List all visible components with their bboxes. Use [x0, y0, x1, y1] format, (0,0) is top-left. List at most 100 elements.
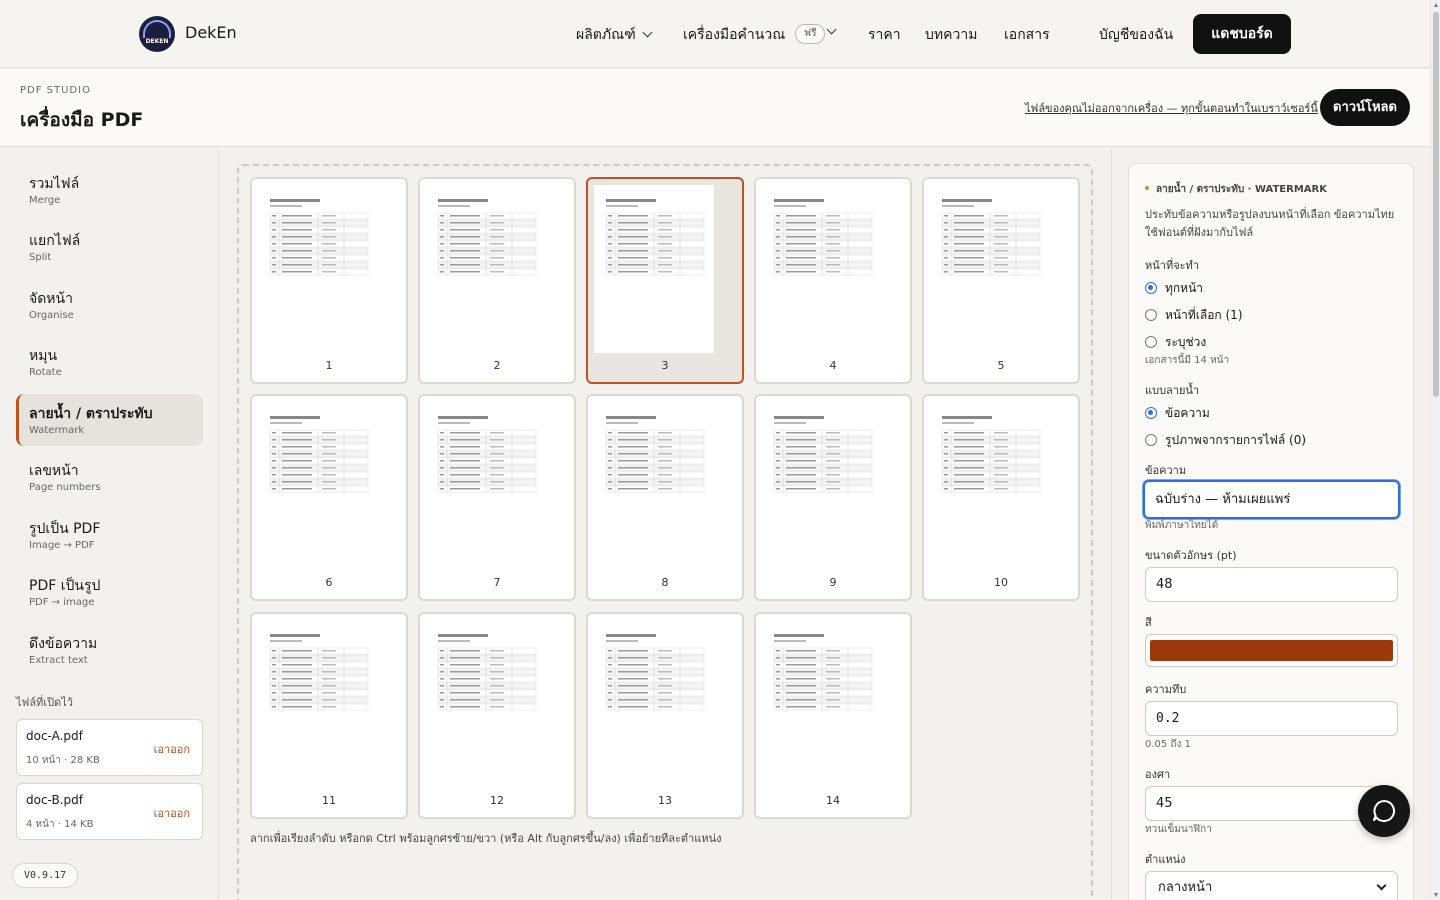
- opacity-input[interactable]: 0.2: [1145, 701, 1398, 736]
- page-number: 6: [325, 576, 333, 589]
- page-thumbnail[interactable]: 6: [250, 394, 408, 601]
- tool-organise[interactable]: จัดหน้า Organise: [16, 279, 203, 331]
- position-select[interactable]: กลางหน้า: [1145, 871, 1398, 900]
- nav-account[interactable]: บัญชีของฉัน: [1099, 24, 1173, 46]
- nav-calculators[interactable]: เครื่องมือคำนวณ: [683, 24, 785, 46]
- page-thumbnail[interactable]: 4: [754, 177, 912, 384]
- page-thumbnail[interactable]: 5: [922, 177, 1080, 384]
- brand-name[interactable]: DekEn: [185, 23, 237, 42]
- tool-extract-text[interactable]: ดึงข้อความ Extract text: [16, 624, 203, 676]
- page-number: 5: [997, 359, 1005, 372]
- page-preview: [258, 402, 378, 570]
- radio-all-pages[interactable]: ทุกหน้า: [1145, 279, 1203, 297]
- page-preview: [594, 402, 714, 570]
- privacy-note-link[interactable]: ไฟล์ของคุณไม่ออกจากเครื่อง — ทุกขั้นตอนท…: [1025, 99, 1318, 117]
- remove-file-button[interactable]: เอาออก: [154, 804, 190, 822]
- scroll-down-icon[interactable]: [1434, 893, 1438, 897]
- page-preview: [258, 185, 378, 353]
- nav-docs[interactable]: เอกสาร: [1004, 24, 1050, 46]
- radio-page-range[interactable]: ระบุช่วง: [1145, 333, 1206, 351]
- tool-rotate[interactable]: หมุน Rotate: [16, 336, 203, 388]
- page-thumbnail[interactable]: 2: [418, 177, 576, 384]
- panel-heading: ลายน้ำ / ตราประทับ · WATERMARK: [1145, 182, 1327, 197]
- opacity-range: 0.05 ถึง 1: [1145, 739, 1191, 750]
- tool-label: เลขหน้า: [29, 463, 79, 479]
- page-thumbnail[interactable]: 13: [586, 612, 744, 819]
- page-thumbnail[interactable]: 11: [250, 612, 408, 819]
- page-number: 7: [493, 576, 501, 589]
- chevron-down-icon: [1376, 880, 1387, 891]
- radio-label: ทุกหน้า: [1165, 281, 1204, 295]
- radio-type-image[interactable]: รูปภาพจากรายการไฟล์ (0): [1145, 431, 1306, 449]
- text-hint: พิมพ์ภาษาไทยได้: [1145, 520, 1219, 531]
- download-button[interactable]: ดาวน์โหลด: [1320, 89, 1410, 126]
- page-preview: [426, 185, 546, 353]
- position-label: ตำแหน่ง: [1145, 853, 1186, 866]
- scrollbar-thumb[interactable]: [1433, 12, 1439, 397]
- radio-label: ระบุช่วง: [1165, 335, 1207, 349]
- color-picker[interactable]: [1145, 634, 1398, 667]
- tool-watermark[interactable]: ลายน้ำ / ตราประทับ Watermark: [16, 394, 203, 446]
- tool-merge[interactable]: รวมไฟล์ Merge: [16, 164, 203, 216]
- top-navigation: DEKEN DekEn ผลิตภัณฑ์ เครื่องมือคำนวณ ฟร…: [0, 0, 1430, 68]
- tool-sublabel: Image → PDF: [29, 540, 95, 551]
- page-preview: [426, 402, 546, 570]
- chat-bubble-icon: [1373, 800, 1395, 822]
- page-number: 12: [490, 794, 504, 807]
- brand-logo[interactable]: DEKEN: [139, 16, 175, 52]
- tool-label: ลายน้ำ / ตราประทับ: [29, 406, 153, 422]
- tool-sublabel: PDF → image: [29, 597, 95, 608]
- page-number: 1: [325, 359, 333, 372]
- free-badge: ฟรี: [795, 24, 826, 44]
- remove-file-button[interactable]: เอาออก: [154, 740, 190, 758]
- radio-type-text[interactable]: ข้อความ: [1145, 404, 1210, 422]
- dashboard-button[interactable]: แดชบอร์ด: [1193, 14, 1291, 54]
- tool-label: รวมไฟล์: [29, 176, 80, 192]
- page-title: เครื่องมือ PDF: [20, 109, 144, 131]
- scroll-up-icon[interactable]: [1434, 3, 1438, 7]
- chevron-down-icon: [826, 24, 837, 35]
- radio-checked-icon: [1145, 281, 1157, 294]
- chat-button[interactable]: [1358, 785, 1410, 837]
- page-thumbnail[interactable]: 9: [754, 394, 912, 601]
- nav-calculators-chevron[interactable]: [826, 24, 837, 40]
- tool-pdf-to-image[interactable]: PDF เป็นรูป PDF → image: [16, 566, 203, 618]
- tool-label: PDF เป็นรูป: [29, 578, 101, 594]
- chevron-down-icon: [642, 27, 653, 38]
- nav-pricing[interactable]: ราคา: [868, 24, 901, 46]
- watermark-text-input[interactable]: ฉบับร่าง — ห้ามเผยแพร่: [1143, 480, 1400, 519]
- tool-sublabel: Merge: [29, 195, 61, 206]
- page-thumbnail[interactable]: 14: [754, 612, 912, 819]
- reorder-hint: ลากเพื่อเรียงลำดับ หรือกด Ctrl พร้อมลูกศ…: [250, 832, 722, 845]
- tool-sublabel: Organise: [29, 310, 74, 321]
- panel-description: ประทับข้อความหรือรูปลงบนหน้าที่เลือก ข้อ…: [1145, 208, 1395, 239]
- file-meta: 4 หน้า · 14 KB: [26, 819, 94, 830]
- page-header: PDF STUDIO เครื่องมือ PDF ไฟล์ของคุณไม่อ…: [0, 69, 1430, 147]
- nav-articles[interactable]: บทความ: [925, 24, 977, 46]
- nav-products[interactable]: ผลิตภัณฑ์: [576, 24, 653, 46]
- tool-label: รูปเป็น PDF: [29, 521, 101, 537]
- page-number: 10: [994, 576, 1008, 589]
- page-thumbnail[interactable]: 8: [586, 394, 744, 601]
- open-files-heading: ไฟล์ที่เปิดไว้: [16, 696, 73, 709]
- page-thumbnail[interactable]: 10: [922, 394, 1080, 601]
- position-value: กลางหน้า: [1158, 880, 1213, 895]
- logo-text: DEKEN: [145, 38, 169, 45]
- page-thumbnail[interactable]: 12: [418, 612, 576, 819]
- tool-split[interactable]: แยกไฟล์ Split: [16, 221, 203, 273]
- text-label: ข้อความ: [1145, 464, 1187, 477]
- tool-page-numbers[interactable]: เลขหน้า Page numbers: [16, 451, 203, 503]
- tool-image-to-pdf[interactable]: รูปเป็น PDF Image → PDF: [16, 509, 203, 561]
- tool-label: แยกไฟล์: [29, 233, 81, 249]
- pages-label: หน้าที่จะทำ: [1145, 259, 1199, 272]
- font-size-input[interactable]: 48: [1145, 567, 1398, 602]
- page-preview: [258, 620, 378, 788]
- version-badge: V0.9.17: [12, 863, 79, 888]
- page-scrollbar[interactable]: [1430, 0, 1440, 900]
- file-name: doc-B.pdf: [26, 793, 83, 807]
- radio-selected-pages[interactable]: หน้าที่เลือก (1): [1145, 306, 1243, 324]
- page-thumbnail[interactable]: 3: [586, 177, 744, 384]
- radio-label: ข้อความ: [1165, 406, 1210, 420]
- page-thumbnail[interactable]: 7: [418, 394, 576, 601]
- page-thumbnail[interactable]: 1: [250, 177, 408, 384]
